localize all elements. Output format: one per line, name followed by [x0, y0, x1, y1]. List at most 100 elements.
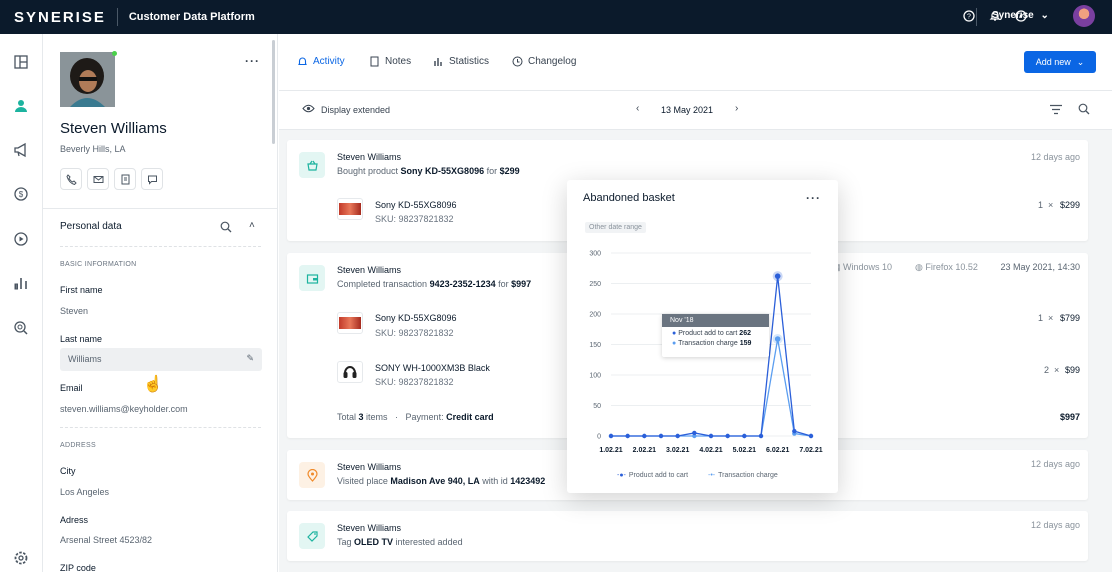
x-tick-label: 6.02.21	[766, 447, 789, 454]
note-icon	[370, 56, 379, 67]
legend-item[interactable]: -●- Product add to cart	[617, 472, 688, 479]
first-name-value[interactable]: Steven	[60, 306, 88, 316]
activity-description: Tag OLED TV interested added	[337, 537, 463, 547]
synerise-logo[interactable]: SYNERISE	[14, 9, 106, 26]
profile-photo	[60, 52, 115, 107]
activity-time: 12 days ago	[1030, 520, 1080, 530]
chevron-up-icon[interactable]: ˄	[249, 220, 255, 231]
activity-customer: Steven Williams	[337, 462, 402, 472]
y-tick-label: 150	[589, 342, 601, 349]
activity-time: 12 days ago	[1030, 152, 1080, 162]
search-settings-icon[interactable]	[13, 320, 29, 336]
data-point	[642, 433, 647, 439]
search-icon[interactable]	[220, 221, 232, 236]
hand-cursor-icon: ☝	[143, 376, 163, 393]
x-tick-label: 1.02.21	[599, 447, 622, 454]
mail-icon[interactable]	[87, 168, 109, 190]
workspace-name: Synerise	[992, 10, 1034, 21]
activity-description: Bought product Sony KD-55XG8096 for $299	[337, 166, 520, 176]
scrollbar[interactable]	[272, 40, 275, 144]
phone-icon[interactable]	[60, 168, 82, 190]
legend-item[interactable]: -•- Transaction charge	[708, 472, 778, 479]
tooltip-row: ● Product add to cart 262	[672, 330, 751, 337]
chevron-right-icon[interactable]: ›	[735, 103, 738, 114]
workspace-selector[interactable]: Synerise ⌄	[992, 10, 1049, 21]
activity-customer: Steven Williams	[337, 152, 402, 162]
layout-icon[interactable]	[13, 54, 29, 70]
tab-changelog[interactable]: Changelog	[512, 56, 576, 67]
clock-icon	[512, 56, 523, 67]
field-label: City	[60, 466, 76, 476]
data-point	[774, 273, 781, 279]
more-options-icon[interactable]: ···	[245, 54, 260, 68]
activity-description: Visited place Madison Ave 940, LA with i…	[337, 476, 546, 486]
activity-time: 12 days ago	[1030, 459, 1080, 469]
dollar-icon[interactable]: $	[13, 186, 29, 202]
wallet-icon	[299, 265, 325, 291]
y-tick-label: 300	[589, 251, 601, 258]
eye-icon	[302, 104, 315, 115]
y-tick-label: 50	[593, 403, 601, 410]
field-label: Email	[60, 383, 83, 393]
bar-chart-icon[interactable]	[13, 275, 29, 291]
play-icon[interactable]	[13, 231, 29, 247]
data-point	[792, 428, 797, 434]
edit-pencil-icon[interactable]: ✎	[246, 353, 254, 364]
product-thumbnail	[337, 312, 363, 334]
tabs-bar: Activity Notes Statistics Changelog Add …	[279, 34, 1112, 91]
megaphone-icon[interactable]	[13, 142, 29, 158]
data-point	[658, 433, 664, 439]
x-tick-label: 4.02.21	[699, 447, 722, 454]
email-value[interactable]: steven.williams@keyholder.com	[60, 404, 188, 414]
data-point	[675, 433, 680, 439]
tooltip-row: ● Transaction charge 159	[672, 340, 752, 347]
last-name-field[interactable]: Williams ✎	[60, 348, 262, 371]
add-new-button[interactable]: Add new ⌄	[1024, 51, 1096, 73]
data-point	[608, 433, 614, 439]
filter-icon[interactable]	[1049, 104, 1063, 118]
tab-activity[interactable]: Activity	[297, 56, 345, 67]
tag-icon	[299, 523, 325, 549]
tab-label: Statistics	[449, 56, 490, 67]
order-total-price: $997	[1059, 412, 1080, 422]
product-thumbnail	[337, 361, 363, 383]
search-icon[interactable]	[1078, 103, 1090, 118]
field-label: ZIP code	[60, 563, 96, 572]
chevron-down-icon: ⌄	[1076, 56, 1085, 67]
chevron-left-icon[interactable]: ‹	[636, 103, 639, 114]
field-label: Adress	[60, 515, 89, 525]
user-avatar[interactable]	[1073, 5, 1095, 27]
gear-icon[interactable]	[13, 550, 29, 566]
product-qty: 1 ×	[1038, 200, 1054, 210]
person-icon[interactable]	[13, 98, 29, 114]
field-label: Last name	[60, 334, 103, 344]
icon-rail: $	[0, 34, 43, 572]
tab-notes[interactable]: Notes	[369, 56, 411, 67]
contact-buttons	[60, 168, 163, 190]
tab-label: Notes	[385, 56, 412, 67]
x-tick-label: 3.02.21	[666, 447, 689, 454]
product-price: $99	[1064, 365, 1080, 375]
chevron-down-icon: ⌄	[1040, 10, 1049, 21]
svg-text:$: $	[19, 190, 24, 199]
chat-icon[interactable]	[141, 168, 163, 190]
customer-name: Steven Williams	[60, 120, 167, 137]
display-extended-label: Display extended	[321, 104, 391, 115]
bell-icon	[298, 57, 307, 66]
document-icon[interactable]	[114, 168, 136, 190]
x-tick-label: 7.02.21	[799, 447, 822, 454]
activity-description: Completed transaction 9423-2352-1234 for…	[337, 279, 532, 289]
address-value[interactable]: Arsenal Street 4523/82	[60, 535, 152, 545]
tab-statistics[interactable]: Statistics	[433, 56, 489, 67]
activity-time: 23 May 2021, 14:30	[1000, 262, 1080, 272]
product-name: Sony KD-55XG8096	[375, 200, 457, 210]
display-extended-toggle[interactable]: Display extended	[302, 104, 390, 115]
personal-data-title: Personal data	[60, 221, 122, 232]
divider	[43, 208, 277, 209]
data-point	[808, 433, 814, 439]
address-heading: ADDRESS	[60, 442, 96, 449]
city-value[interactable]: Los Angeles	[60, 487, 109, 497]
help-icon[interactable]: ?	[962, 9, 976, 23]
activity-customer: Steven Williams	[337, 523, 402, 533]
activity-card[interactable]: Steven Williams Tag OLED TV interested a…	[287, 511, 1088, 561]
